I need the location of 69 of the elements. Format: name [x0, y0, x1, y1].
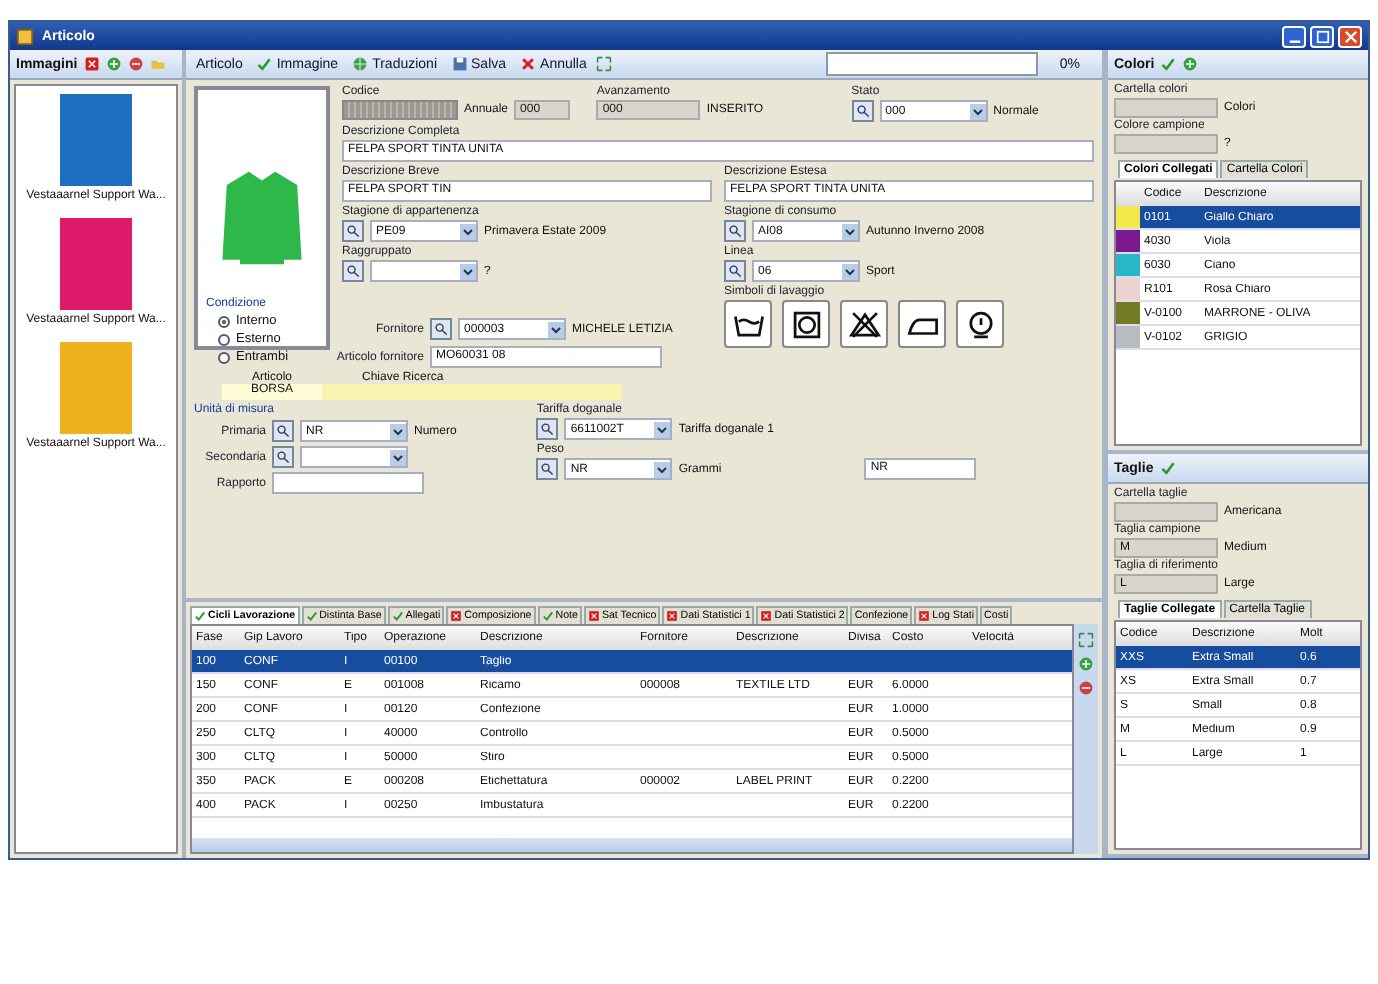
- input-field[interactable]: [1114, 134, 1218, 154]
- care-symbol-icon: [840, 300, 888, 348]
- caret-icon: [390, 449, 406, 465]
- check-icon: [194, 610, 206, 622]
- search-icon: [540, 462, 555, 476]
- close-icon: [1343, 29, 1357, 43]
- lookup-button[interactable]: [430, 318, 453, 340]
- lookup-button[interactable]: [272, 446, 294, 468]
- app-icon: [16, 27, 34, 45]
- save-icon: [451, 56, 468, 72]
- delete-icon[interactable]: [83, 56, 100, 72]
- care-symbol-icon: [898, 300, 946, 348]
- caret-icon: [548, 321, 565, 337]
- search-icon: [540, 422, 555, 436]
- maximize-icon: [1315, 29, 1329, 43]
- maximize-button[interactable]: [1310, 25, 1334, 47]
- input-field[interactable]: [1114, 98, 1218, 118]
- dropdown-field[interactable]: [370, 260, 478, 282]
- search-icon: [728, 264, 742, 278]
- search-icon: [276, 450, 290, 464]
- search-icon: [434, 322, 449, 336]
- caret-icon: [654, 461, 671, 477]
- add-icon[interactable]: [1078, 656, 1094, 672]
- input-field[interactable]: [272, 472, 424, 494]
- search-icon: [855, 104, 870, 118]
- check-icon: [541, 610, 554, 622]
- caret-icon: [654, 421, 671, 437]
- lookup-button[interactable]: [536, 458, 559, 480]
- care-symbol-icon: [782, 300, 830, 348]
- check-icon: [391, 610, 404, 622]
- dropdown-field[interactable]: [300, 446, 408, 468]
- input-field[interactable]: [322, 384, 622, 400]
- expand-icon[interactable]: [1078, 632, 1094, 648]
- lookup-button[interactable]: [342, 220, 364, 242]
- lookup-button[interactable]: [724, 260, 746, 282]
- expand-icon[interactable]: [596, 56, 613, 72]
- globe-icon: [352, 56, 369, 72]
- check-icon: [256, 56, 273, 72]
- check-icon: [305, 610, 318, 622]
- care-symbol-icon: [724, 300, 772, 348]
- lookup-button[interactable]: [724, 220, 746, 242]
- remove-icon[interactable]: [127, 56, 144, 72]
- caret-icon: [460, 263, 476, 279]
- check-icon[interactable]: [1160, 56, 1177, 72]
- lookup-button[interactable]: [536, 418, 559, 440]
- search-field[interactable]: [825, 52, 1038, 76]
- caret-icon: [390, 423, 406, 439]
- input-field[interactable]: [1114, 502, 1218, 522]
- add-icon[interactable]: [105, 56, 122, 72]
- care-symbol-icon: [956, 300, 1004, 348]
- lookup-button[interactable]: [851, 100, 874, 122]
- close-button[interactable]: [1338, 25, 1362, 47]
- check-icon[interactable]: [1159, 460, 1176, 476]
- scrollbar[interactable]: [192, 838, 1072, 852]
- caret-icon: [842, 223, 858, 239]
- cross-icon: [520, 56, 537, 72]
- search-icon: [276, 424, 290, 438]
- search-icon: [346, 224, 360, 238]
- search-icon: [346, 264, 360, 278]
- lookup-button[interactable]: [342, 260, 364, 282]
- caret-icon: [969, 103, 986, 119]
- minimize-button[interactable]: [1282, 25, 1306, 47]
- caret-icon: [842, 263, 858, 279]
- lookup-button[interactable]: [272, 420, 294, 442]
- remove-icon[interactable]: [1078, 680, 1094, 696]
- search-icon: [728, 224, 742, 238]
- code-field: [342, 100, 458, 120]
- caret-icon: [460, 223, 476, 239]
- add-icon[interactable]: [1182, 56, 1199, 72]
